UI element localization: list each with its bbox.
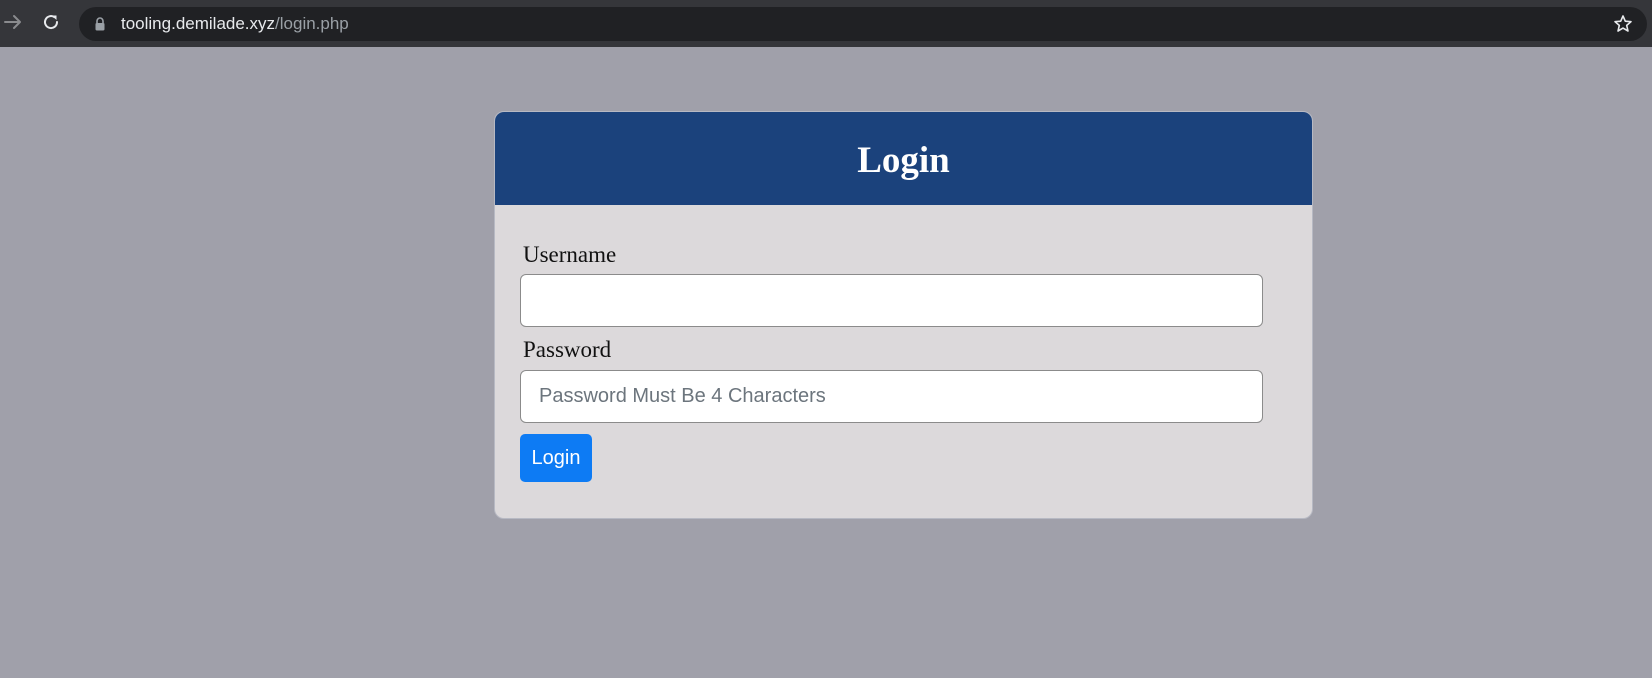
- browser-toolbar: tooling.demilade.xyz/login.php: [0, 0, 1652, 47]
- login-card: Login Username Password Login: [494, 111, 1313, 519]
- login-button[interactable]: Login: [520, 434, 592, 482]
- lock-icon[interactable]: [94, 17, 106, 31]
- address-bar[interactable]: tooling.demilade.xyz/login.php: [79, 7, 1647, 41]
- url-path: /login.php: [275, 14, 349, 33]
- password-input[interactable]: [520, 370, 1263, 423]
- username-input[interactable]: [520, 274, 1263, 327]
- username-label: Username: [523, 242, 617, 267]
- reload-icon[interactable]: [40, 11, 62, 33]
- login-card-header: Login: [495, 112, 1312, 205]
- password-label: Password: [523, 337, 612, 362]
- page-title: Login: [857, 140, 950, 181]
- arrow-forward-icon[interactable]: [2, 11, 24, 33]
- star-icon[interactable]: [1613, 14, 1633, 34]
- url-text[interactable]: tooling.demilade.xyz/login.php: [121, 7, 349, 41]
- url-host: tooling.demilade.xyz: [121, 14, 276, 33]
